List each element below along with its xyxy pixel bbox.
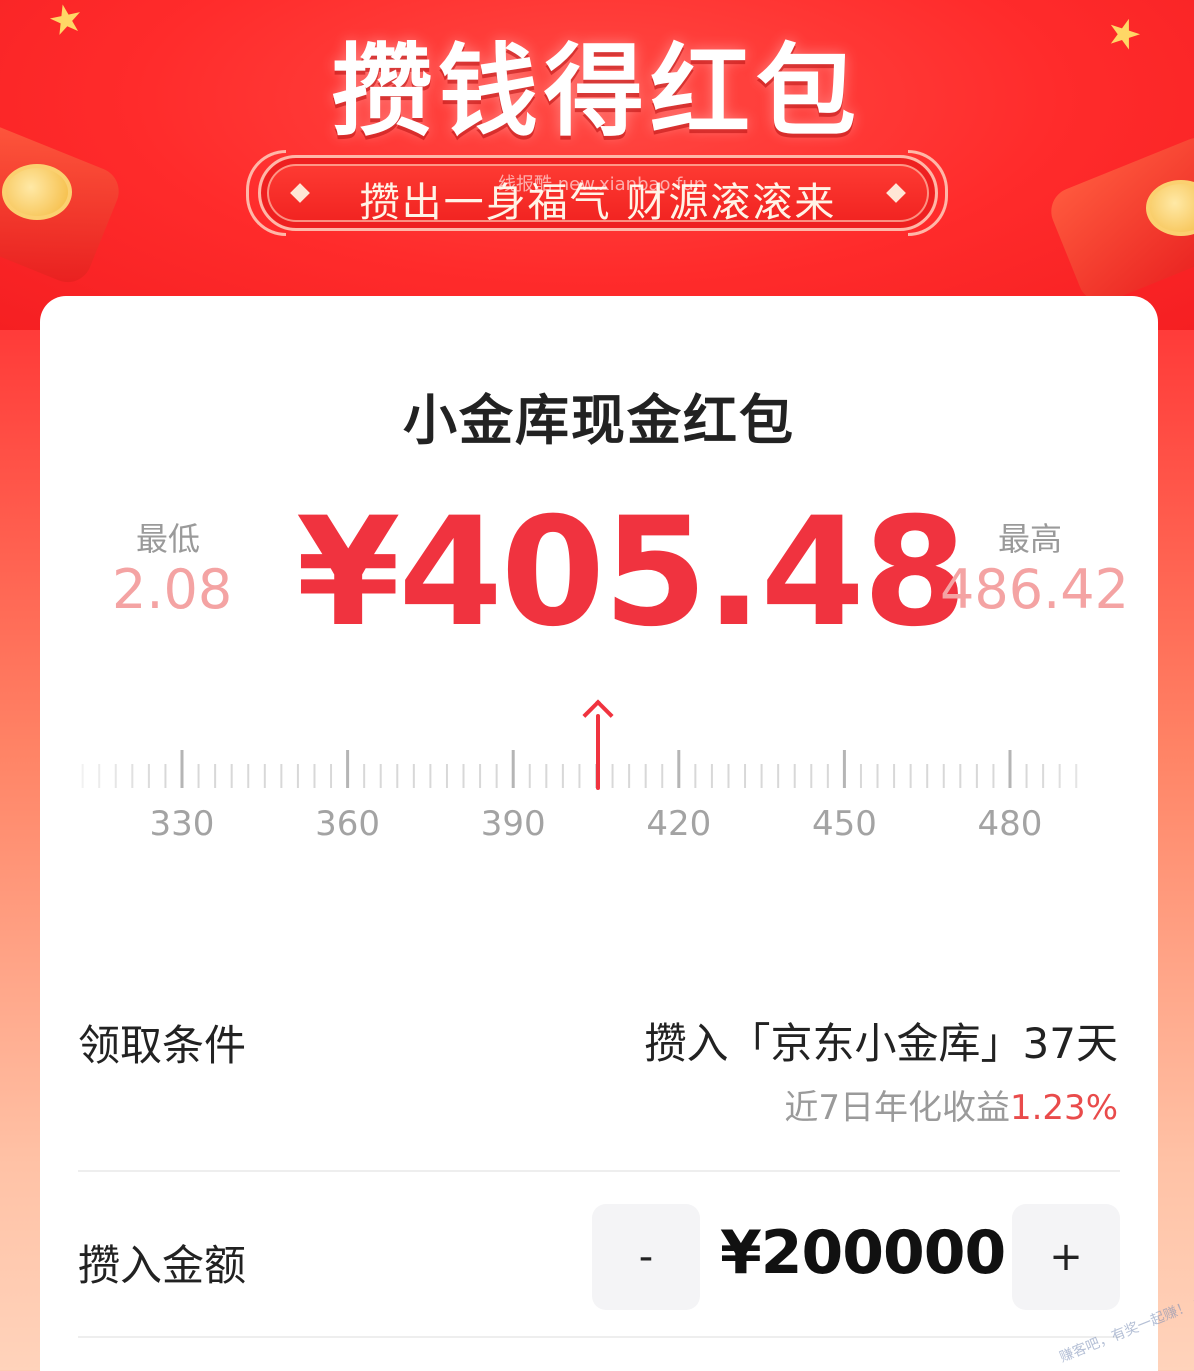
condition-value: 攒入「京东小金库」37天 xyxy=(644,1019,1118,1068)
ruler-tick-label: 420 xyxy=(646,804,712,844)
ruler-tick-label: 330 xyxy=(149,804,215,844)
red-packet-amount: ¥405.48 xyxy=(296,486,967,660)
annual-yield-rate: 1.23% xyxy=(1009,1088,1118,1128)
divider xyxy=(78,1336,1120,1338)
header-banner: ★ ★ 攒钱得红包 攒出一身福气 财源滚滚来 线报酷 new.xianbao.f… xyxy=(0,0,1194,330)
max-value: 486.42 xyxy=(940,558,1129,621)
increase-amount-button[interactable]: + xyxy=(1012,1204,1120,1310)
min-label: 最低 xyxy=(136,520,201,558)
annual-yield: 近7日年化收益1.23% xyxy=(784,1080,1118,1129)
watermark-text: 线报酷 new.xianbao.fun xyxy=(498,174,706,195)
red-packet-card: 小金库现金红包 最低 2.08 ¥405.48 最高 486.42 330 360… xyxy=(40,296,1158,1371)
divider xyxy=(78,1170,1120,1172)
min-value: 2.08 xyxy=(112,558,233,621)
banner-title: 攒钱得红包 xyxy=(332,33,862,150)
ruler-tick-label: 360 xyxy=(315,804,381,844)
condition-label: 领取条件 xyxy=(78,1021,247,1070)
decrease-amount-button[interactable]: - xyxy=(592,1204,700,1310)
annual-yield-label: 近7日年化收益 xyxy=(784,1088,1010,1128)
deposit-amount[interactable]: ¥200000 xyxy=(720,1218,1006,1288)
gold-coin-icon xyxy=(2,164,72,220)
ruler-tick-label: 480 xyxy=(977,804,1043,844)
ruler-tick-label: 390 xyxy=(480,804,546,844)
deposit-label: 攒入金额 xyxy=(78,1241,247,1290)
max-label: 最高 xyxy=(998,520,1063,558)
ruler-tick-label: 450 xyxy=(811,804,877,844)
card-title: 小金库现金红包 xyxy=(403,389,795,452)
amount-ruler[interactable]: 330 360 390 420 450 480 xyxy=(40,692,1158,852)
